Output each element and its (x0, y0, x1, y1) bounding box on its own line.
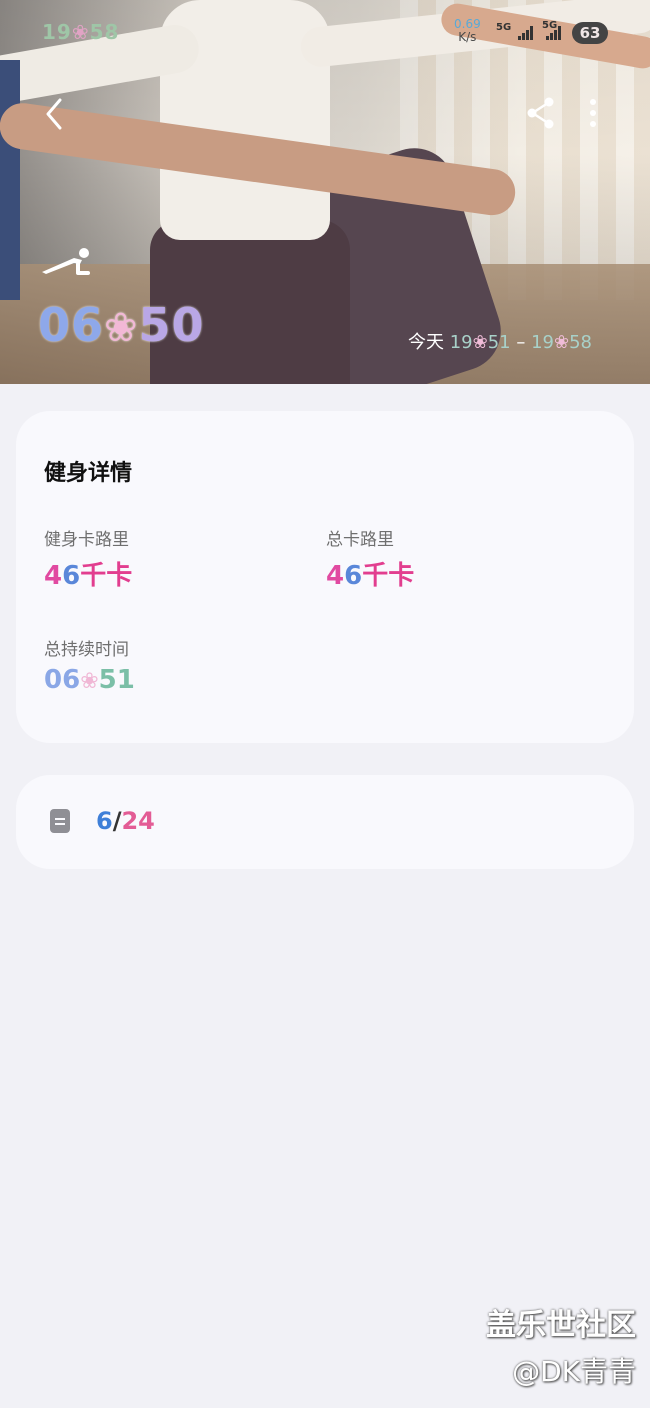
hero-image: 19❀58 0.69 K/s 5G 5G 63 06❀50 今天 19❀51 –… (0, 0, 650, 384)
end-minute: 58 (569, 332, 593, 353)
workout-duration: 06❀50 (38, 298, 205, 352)
range-separator: – (516, 332, 526, 353)
workout-details-card: 健身详情 健身卡路里 46千卡 总卡路里 46千卡 总持续时间 06❀51 (16, 411, 634, 743)
total-calories-value: 46千卡 (326, 555, 414, 592)
flower-decoration-icon: ❀ (71, 20, 90, 44)
flower-decoration-icon: ❀ (80, 669, 99, 694)
status-time-hour: 19 (42, 20, 72, 44)
workout-calories-digit: 6 (62, 561, 81, 591)
workout-time-range: 今天 19❀51 – 19❀58 (408, 328, 592, 354)
network-speed-unit: K/s (458, 30, 477, 44)
watermark-author: @DK青青 (512, 1355, 636, 1388)
note-date: 6/24 (96, 807, 155, 835)
total-calories-unit: 千卡 (362, 561, 415, 591)
workout-calories-digit: 4 (44, 561, 63, 591)
workout-calories-label: 健身卡路里 (44, 530, 129, 550)
more-icon[interactable] (580, 96, 606, 130)
battery-indicator: 63 (572, 22, 608, 44)
total-calories-label: 总卡路里 (326, 530, 394, 550)
status-time: 19❀58 (42, 20, 119, 44)
note-day: 24 (121, 807, 155, 835)
start-hour: 19 (449, 332, 473, 353)
total-duration-label: 总持续时间 (44, 640, 129, 660)
status-bar: 19❀58 0.69 K/s 5G 5G 63 (0, 18, 650, 48)
duration-hours: 06 (38, 298, 105, 352)
note-card[interactable]: 6/24 (16, 775, 634, 869)
flower-decoration-icon: ❀ (554, 332, 570, 353)
total-duration-minutes: 51 (98, 665, 135, 695)
person-blue-shirt (0, 60, 20, 300)
flower-decoration-icon: ❀ (104, 305, 139, 351)
total-calories-digit: 6 (344, 561, 363, 591)
workout-calories-unit: 千卡 (80, 561, 133, 591)
share-icon[interactable] (524, 96, 558, 130)
duration-minutes: 50 (138, 298, 205, 352)
details-title: 健身详情 (44, 461, 133, 486)
plank-exercise-icon (42, 248, 90, 275)
note-icon (50, 809, 70, 833)
workout-calories-value: 46千卡 (44, 555, 132, 592)
total-calories-digit: 4 (326, 561, 345, 591)
signal-icon (518, 24, 536, 40)
network-speed: 0.69 K/s (454, 18, 481, 44)
total-duration-hours: 06 (44, 665, 81, 695)
today-label: 今天 (408, 332, 444, 353)
note-month: 6 (96, 807, 113, 835)
start-minute: 51 (487, 332, 511, 353)
end-hour: 19 (531, 332, 555, 353)
status-time-minute: 58 (89, 20, 120, 44)
flower-decoration-icon: ❀ (472, 332, 488, 353)
total-duration-value: 06❀51 (44, 665, 135, 695)
back-icon[interactable] (38, 96, 74, 132)
signal-icon (546, 24, 564, 40)
sim1-label: 5G (496, 22, 512, 33)
watermark-community: 盖乐世社区 (486, 1308, 636, 1343)
